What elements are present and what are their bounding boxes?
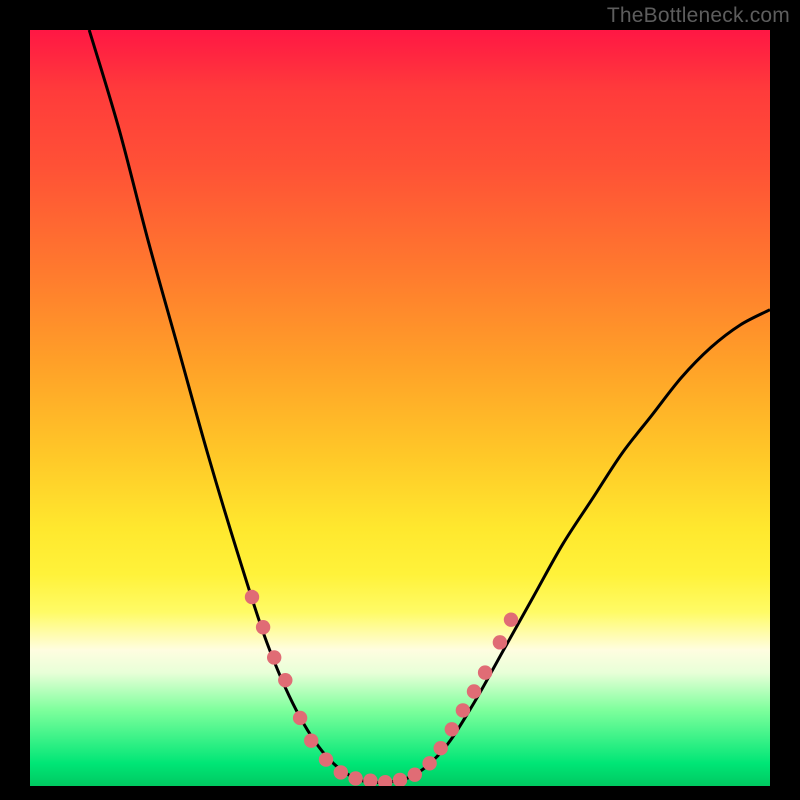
curve-marker (378, 775, 392, 786)
curve-marker (256, 620, 270, 634)
curve-marker (504, 612, 518, 626)
curve-marker (467, 684, 481, 698)
watermark-label: TheBottleneck.com (607, 4, 790, 28)
curve-marker (334, 765, 348, 779)
bottleneck-curve (30, 30, 770, 786)
curve-marker (363, 774, 377, 786)
curve-marker (245, 590, 259, 604)
curve-marker (267, 650, 281, 664)
curve-line (89, 30, 770, 783)
curve-marker (348, 771, 362, 785)
curve-marker (434, 741, 448, 755)
chart-frame: TheBottleneck.com (0, 0, 800, 800)
curve-marker (493, 635, 507, 649)
curve-marker (456, 703, 470, 717)
curve-marker (319, 752, 333, 766)
plot-area (30, 30, 770, 786)
curve-marker (445, 722, 459, 736)
curve-marker (293, 711, 307, 725)
curve-marker (422, 756, 436, 770)
curve-marker (478, 665, 492, 679)
curve-marker (278, 673, 292, 687)
curve-marker (393, 773, 407, 786)
curve-marker (304, 733, 318, 747)
curve-marker (408, 767, 422, 781)
